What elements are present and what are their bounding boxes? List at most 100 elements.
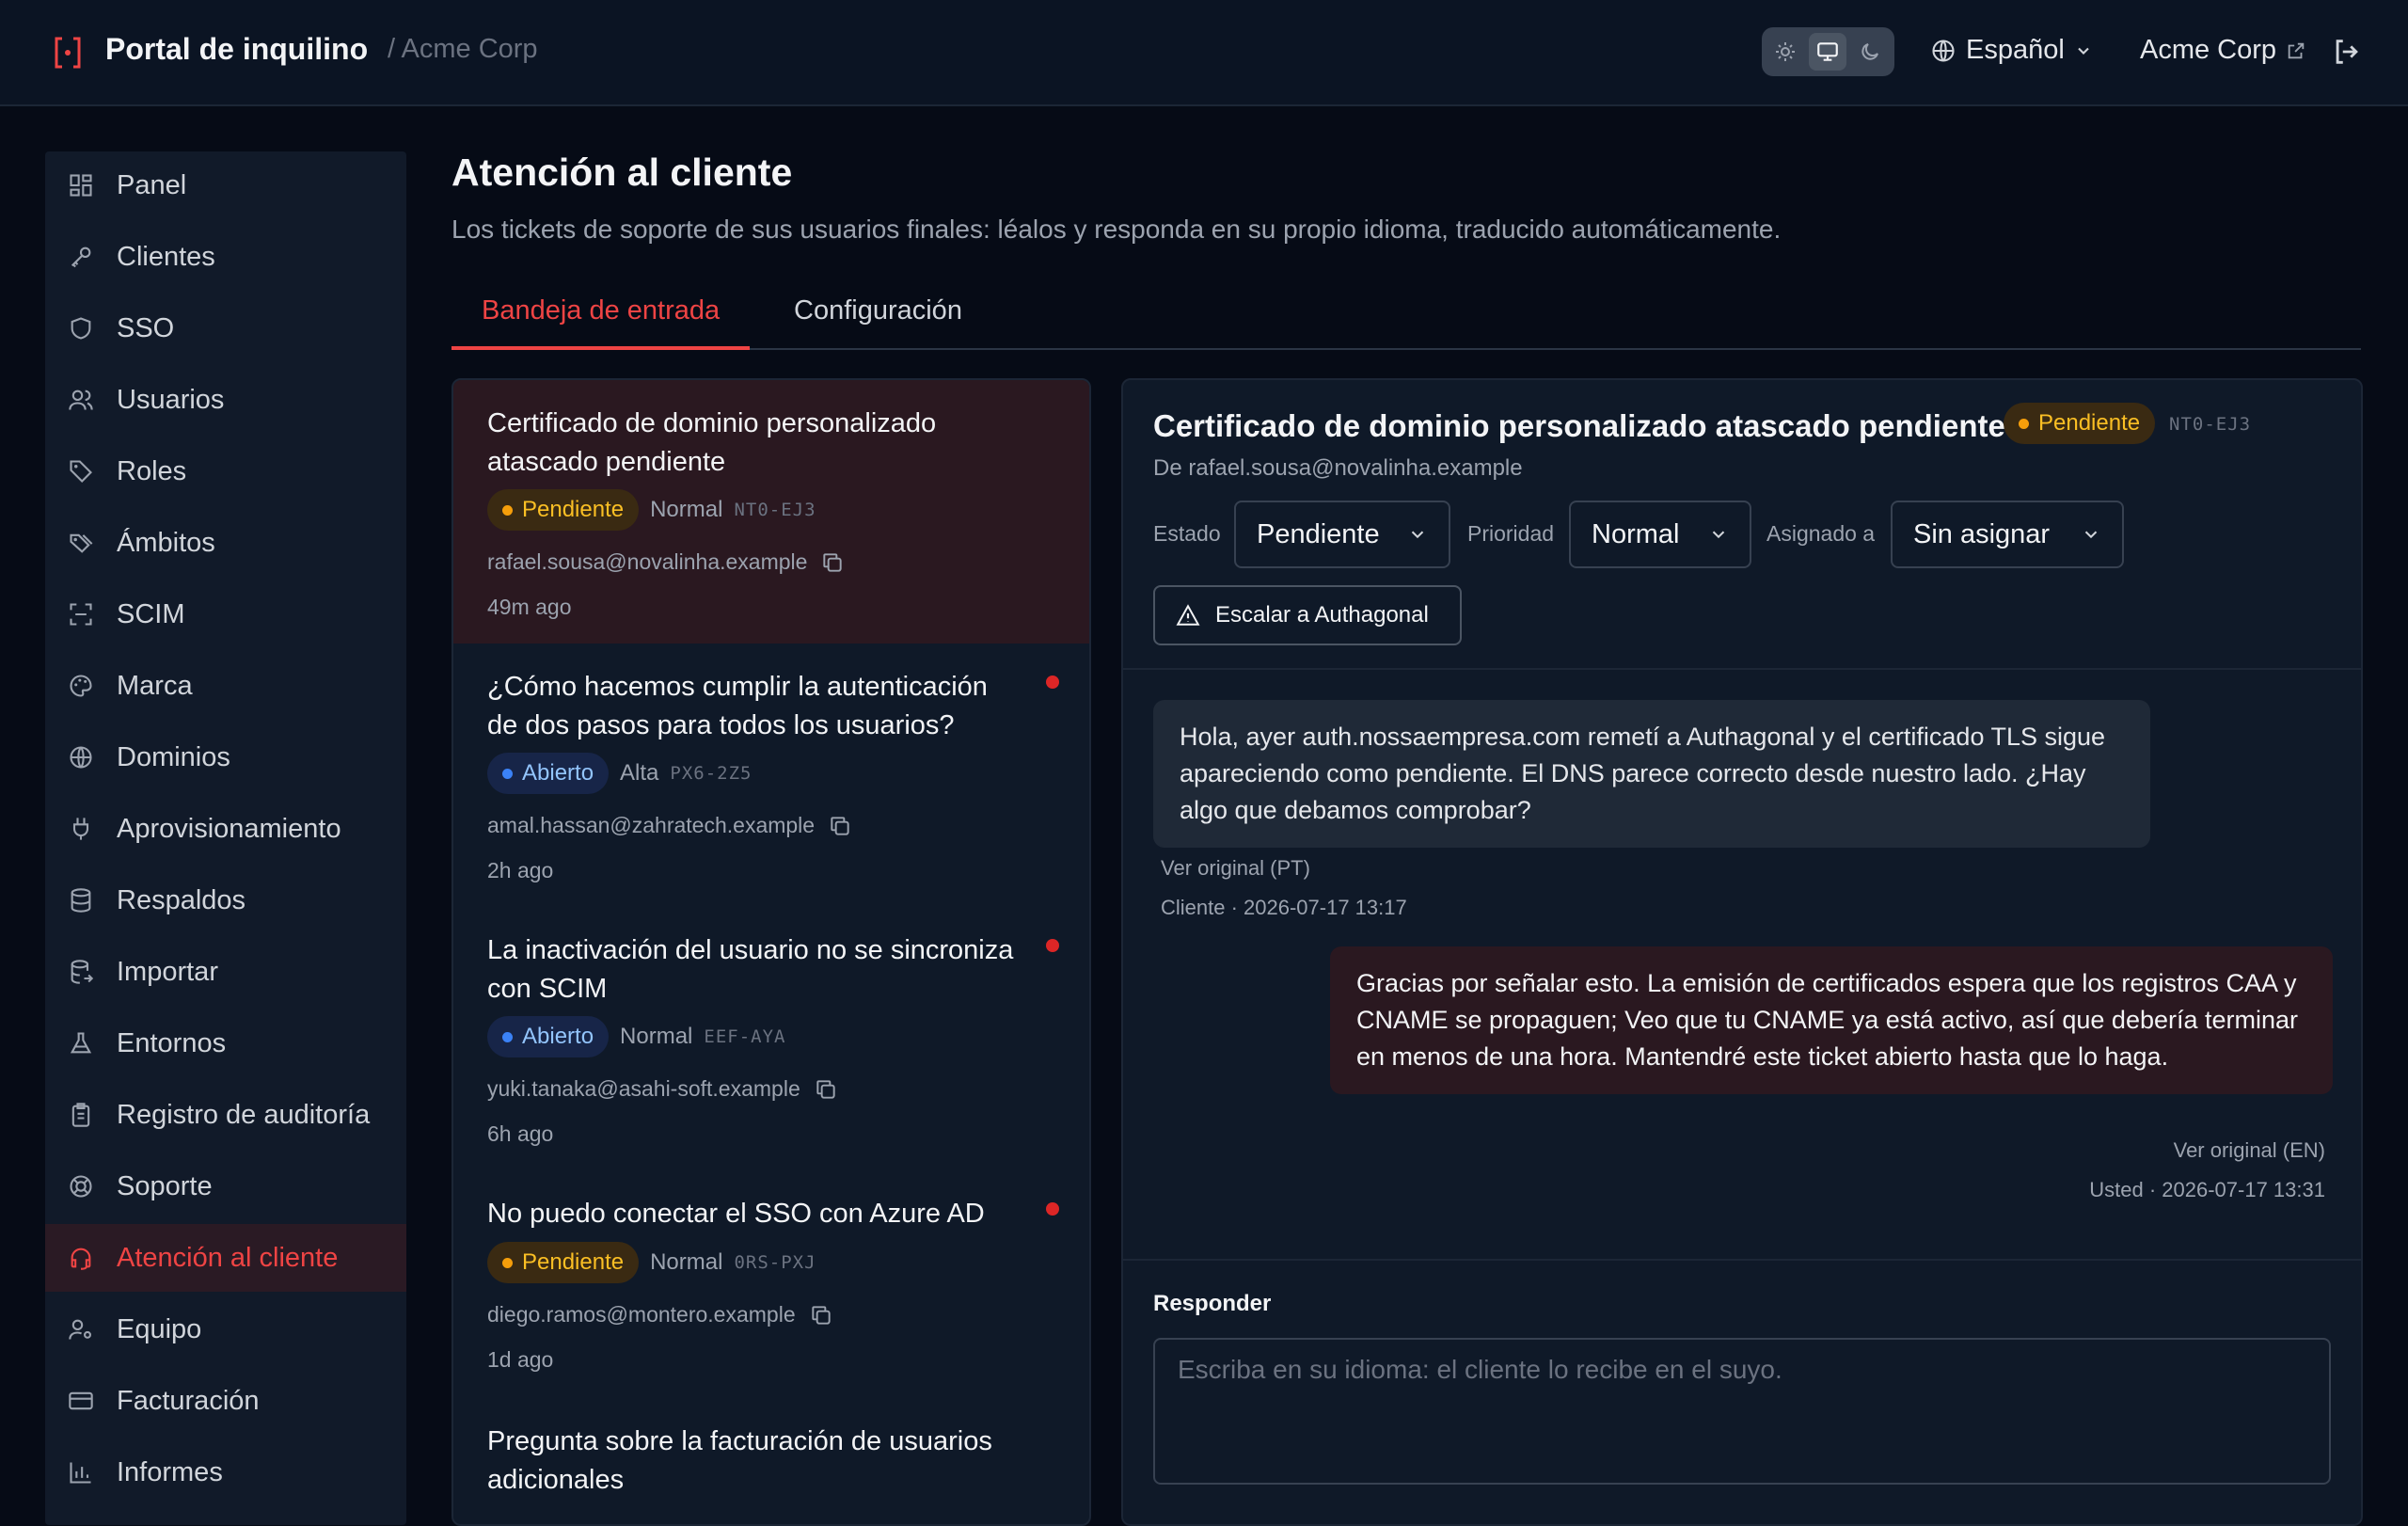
copy-icon[interactable] [814,1077,838,1102]
ticket-list-item[interactable]: La inactivación del usuario no se sincro… [453,907,1089,1170]
sidebar-item-respaldos[interactable]: Respaldos [45,866,406,934]
ticket-meta: Pendiente Normal NT0-EJ3 [487,489,816,531]
sidebar-item-roles[interactable]: Roles [45,437,406,505]
escalate-button[interactable]: Escalar a Authagonal [1153,585,1462,645]
ticket-time: 1d ago [487,1347,554,1372]
sidebar-item-sso[interactable]: SSO [45,294,406,362]
ticket-title: ¿Cómo hacemos cumplir la autenticación d… [487,672,988,740]
status-dot [2019,418,2029,429]
sidebar-item-marca[interactable]: Marca [45,652,406,720]
priority-label: Normal [650,1249,723,1275]
priority-select[interactable]: Normal [1569,501,1751,568]
ticket-email: rafael.sousa@novalinha.example [487,549,845,575]
tab-settings[interactable]: Configuración [794,295,962,350]
tab-label: Bandeja de entrada [482,295,721,326]
copy-icon[interactable] [809,1303,833,1327]
status-badge: Pendiente [2004,403,2156,444]
sidebar-item-label: Usuarios [117,384,225,415]
sidebar-item-entornos[interactable]: Entornos [45,1009,406,1077]
sidebar-item-informes[interactable]: Informes [45,1439,406,1506]
headset-icon [66,1243,96,1273]
email-address: diego.ramos@montero.example [487,1302,796,1327]
flask-icon [66,1028,96,1058]
credit-card-icon [66,1386,96,1416]
ticket-code: NT0-EJ3 [2169,414,2252,435]
status-badge: Abierto [487,1016,610,1057]
ticket-list-item[interactable]: ¿Cómo hacemos cumplir la autenticación d… [453,644,1089,907]
status-select[interactable]: Pendiente [1234,501,1450,568]
tab-inbox[interactable]: Bandeja de entrada [452,295,751,350]
ticket-time: 6h ago [487,1121,554,1146]
palette-icon [66,671,96,701]
ticket-code: 0RS-PXJ [734,1252,816,1273]
sidebar-item-dominios[interactable]: Dominios [45,723,406,791]
view-original-link[interactable]: Ver original (PT) [1161,856,1310,881]
escalate-label: Escalar a Authagonal [1215,602,1429,628]
priority-label: Alta [620,760,659,786]
tenant-link[interactable]: Acme Corp [2140,35,2306,66]
message-meta: Cliente · 2026-07-17 13:17 [1161,896,1407,919]
theme-light-button[interactable] [1766,33,1804,71]
sidebar-item-aprovisionamiento[interactable]: Aprovisionamiento [45,795,406,863]
priority-label: Normal [650,497,723,522]
ticket-from: De rafael.sousa@novalinha.example [1153,455,1523,481]
status-label: Abierto [522,760,594,786]
tab-label: Configuración [794,295,962,326]
theme-dark-button[interactable] [1851,33,1889,71]
sidebar-item-label: Informes [117,1456,223,1487]
brand-logo-icon [53,36,83,70]
sidebar-item-label: Importar [117,956,218,987]
tags-icon [66,528,96,558]
sidebar-item-scim[interactable]: SCIM [45,580,406,648]
database-icon [66,885,96,915]
sidebar-item-panel[interactable]: Panel [45,151,406,219]
ticket-title: No puedo conectar el SSO con Azure AD [487,1199,985,1229]
clipboard-icon [66,1100,96,1130]
status-label: Abierto [522,1024,594,1049]
ticket-email: yuki.tanaka@asahi-soft.example [487,1076,838,1102]
ticket-detail-title: Certificado de dominio personalizado ata… [1153,408,2005,443]
sidebar-item-clientes[interactable]: Clientes [45,223,406,291]
sidebar-item-usuarios[interactable]: Usuarios [45,366,406,434]
database-import-icon [66,957,96,987]
status-dot [502,1031,513,1042]
copy-icon[interactable] [820,550,845,575]
sidebar-item-importar[interactable]: Importar [45,938,406,1006]
theme-toggle [1762,27,1894,76]
tab-bar: Bandeja de entrada Configuración [452,282,2361,350]
unread-indicator [1046,676,1059,689]
sidebar-item-label: Registro de auditoría [117,1099,371,1130]
ticket-list-item[interactable]: Pregunta sobre la facturación de usuario… [453,1398,1089,1524]
assignee-select[interactable]: Sin asignar [1891,501,2124,568]
copy-icon[interactable] [828,814,852,838]
bar-chart-icon [66,1457,96,1487]
app-title: Portal de inquilino [105,32,369,66]
ticket-list-item[interactable]: No puedo conectar el SSO con Azure AD Pe… [453,1170,1089,1396]
logout-icon[interactable] [2331,36,2363,68]
users-icon [66,385,96,415]
divider [1123,668,2361,670]
sidebar-item-atencion-cliente[interactable]: Atención al cliente [45,1224,406,1292]
theme-system-button[interactable] [1809,33,1846,71]
monitor-icon [1815,40,1840,64]
tenant-link-label: Acme Corp [2140,35,2277,65]
moon-icon [1859,40,1881,63]
sidebar-item-registro-auditoria[interactable]: Registro de auditoría [45,1081,406,1149]
sidebar-item-soporte[interactable]: Soporte [45,1152,406,1220]
ticket-list-item[interactable]: Certificado de dominio personalizado ata… [453,380,1089,644]
reply-textarea[interactable] [1153,1338,2331,1485]
globe-icon [1930,38,1956,64]
tenant-breadcrumb: / Acme Corp [388,34,538,64]
view-original-link[interactable]: Ver original (EN) [2174,1138,2325,1163]
sidebar-item-label: Facturación [117,1385,260,1416]
sidebar-item-ambitos[interactable]: Ámbitos [45,509,406,577]
sidebar-item-label: Aprovisionamiento [117,813,341,844]
language-selector[interactable]: Español [1930,35,2093,66]
ticket-time: 49m ago [487,595,572,619]
tag-icon [66,456,96,486]
sidebar-item-equipo[interactable]: Equipo [45,1296,406,1363]
ticket-code: EEF-AYA [704,1026,786,1047]
sidebar-item-facturacion[interactable]: Facturación [45,1367,406,1435]
chevron-down-icon [2081,524,2101,545]
key-icon [66,242,96,272]
